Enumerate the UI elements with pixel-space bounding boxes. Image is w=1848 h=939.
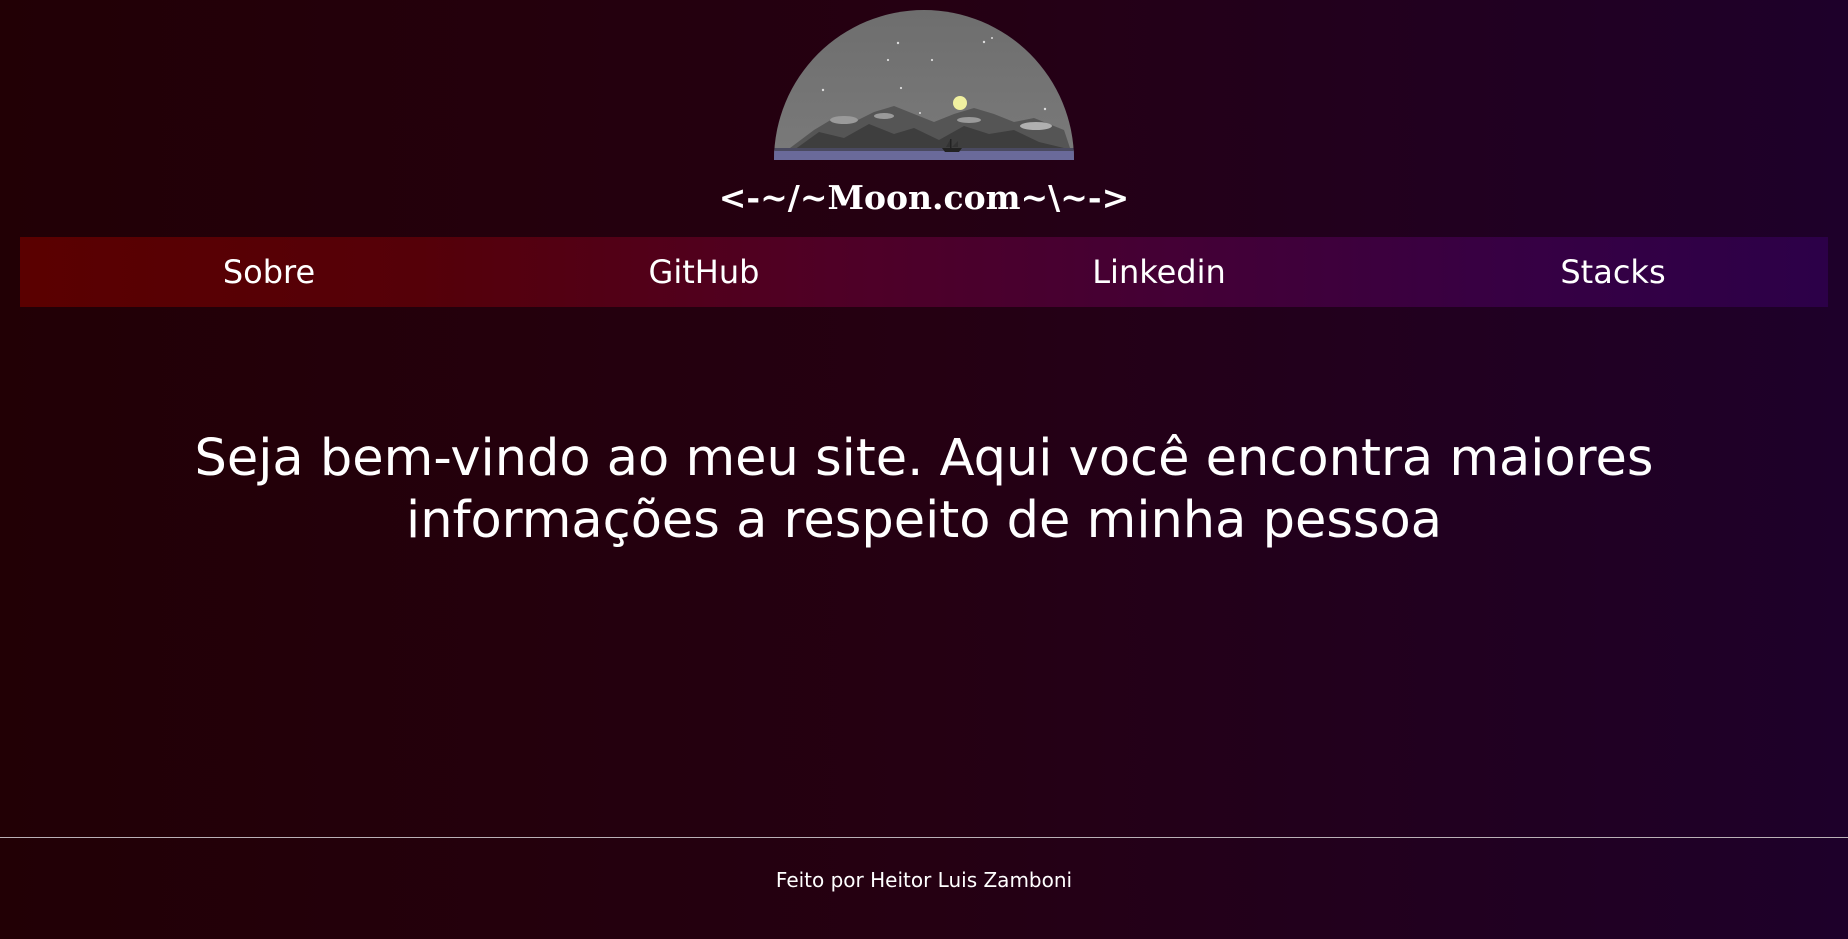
site-title: <-~/~Moon.com~\~-> [718, 178, 1130, 217]
footer-divider [0, 837, 1848, 838]
welcome-line-2: informações a respeito de minha pessoa [406, 491, 1442, 550]
footer-credit: Feito por Heitor Luis Zamboni [775, 868, 1073, 892]
nav-item-sobre[interactable]: Sobre [120, 237, 418, 307]
welcome-message: Seja bem-vindo ao meu site. Aqui você en… [0, 428, 1848, 552]
nav-item-linkedin[interactable]: Linkedin [1009, 237, 1309, 307]
nav-item-github[interactable]: GitHub [554, 237, 854, 307]
welcome-line-1: Seja bem-vindo ao meu site. Aqui você en… [194, 429, 1654, 488]
moon-logo-icon [774, 10, 1074, 160]
main-nav: Sobre GitHub Linkedin Stacks [20, 237, 1828, 307]
nav-item-stacks[interactable]: Stacks [1463, 237, 1763, 307]
